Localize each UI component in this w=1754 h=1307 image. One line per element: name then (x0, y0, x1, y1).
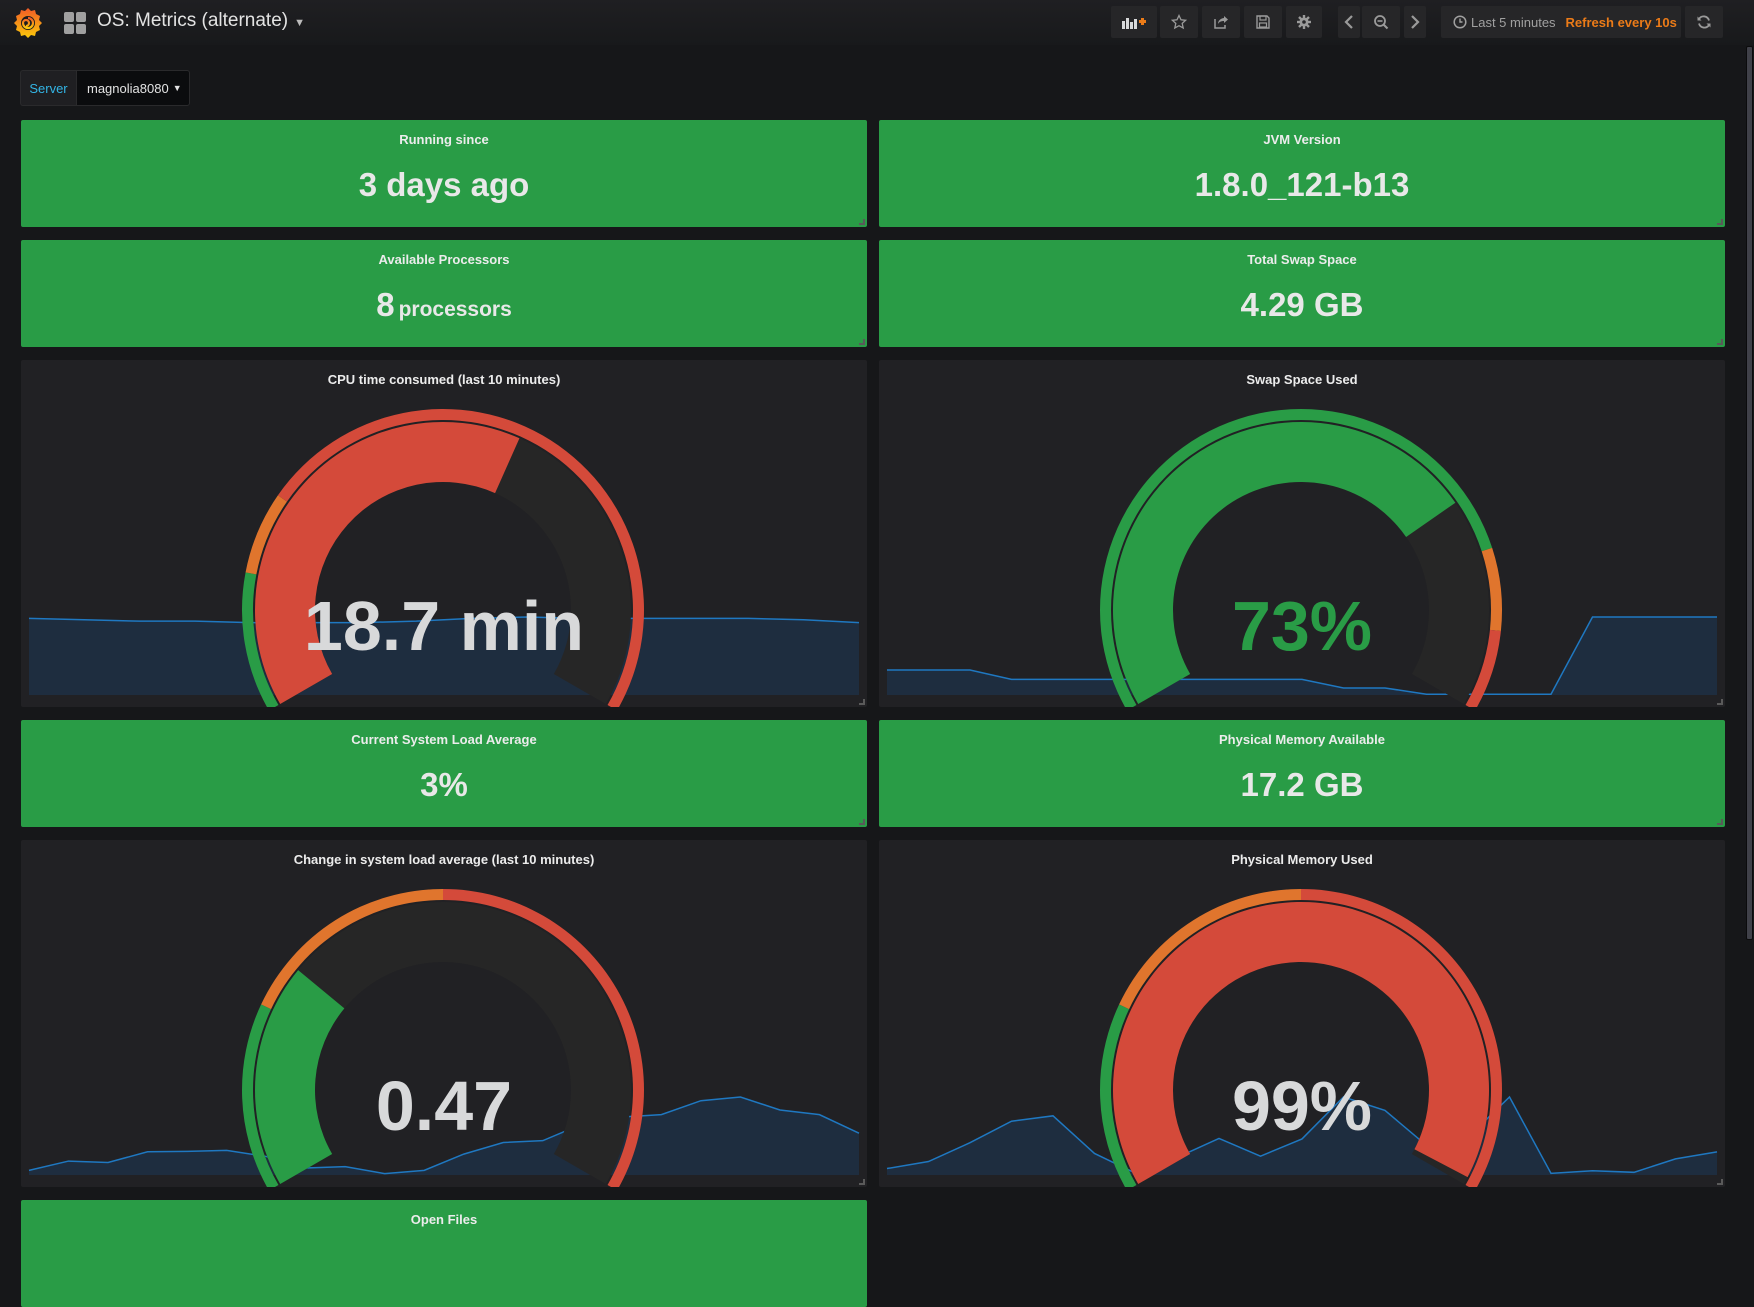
resize-handle[interactable] (1717, 219, 1723, 225)
zoom-out-button[interactable] (1362, 6, 1400, 38)
time-picker-button[interactable]: Last 5 minutes Refresh every 10s (1441, 6, 1681, 38)
chevron-right-icon (1411, 15, 1420, 29)
gauge-panel-load-change[interactable]: Change in system load average (last 10 m… (21, 840, 867, 1187)
caret-down-icon: ▼ (172, 83, 182, 93)
share-button[interactable] (1202, 6, 1240, 38)
stat-value: 3% (21, 766, 867, 804)
panel-title: CPU time consumed (last 10 minutes) (327, 372, 561, 387)
gear-icon (1297, 15, 1311, 29)
gauge-panel-cpu-time[interactable]: CPU time consumed (last 10 minutes) 18.7… (21, 360, 867, 707)
panel-title: Available Processors (378, 252, 510, 267)
dashboard-grid-icon[interactable] (64, 12, 86, 34)
stat-value-text: 17.2 GB (1240, 766, 1364, 803)
resize-handle[interactable] (1717, 339, 1723, 345)
stat-panel-running-since[interactable]: Running since 3 days ago (21, 120, 867, 227)
panel-title: Total Swap Space (1247, 252, 1357, 267)
dashboard-title[interactable]: OS: Metrics (alternate) ▼ (97, 10, 305, 32)
refresh-button[interactable] (1685, 6, 1723, 38)
clock-icon (1453, 15, 1467, 29)
save-button[interactable] (1244, 6, 1282, 38)
zoom-out-icon (1374, 15, 1389, 30)
server-variable-label: Server (20, 70, 76, 106)
time-forward-button[interactable] (1404, 6, 1426, 38)
resize-handle[interactable] (1717, 1179, 1723, 1185)
dashboard-title-text: OS: Metrics (alternate) (97, 10, 289, 31)
top-navbar: OS: Metrics (alternate) ▼ Last 5 minutes … (0, 0, 1754, 45)
add-panel-button[interactable] (1111, 6, 1157, 38)
panel-title: JVM Version (1263, 132, 1341, 147)
gauge-panel-swap-used[interactable]: Swap Space Used 73% (879, 360, 1725, 707)
stat-panel-system-load[interactable]: Current System Load Average 3% (21, 720, 867, 827)
panel-title: Change in system load average (last 10 m… (293, 852, 595, 867)
resize-handle[interactable] (859, 699, 865, 705)
panel-title: Swap Space Used (1246, 372, 1358, 387)
resize-handle[interactable] (859, 339, 865, 345)
resize-handle[interactable] (859, 819, 865, 825)
chevron-left-icon (1344, 15, 1353, 29)
page-scrollbar[interactable] (1746, 46, 1753, 940)
resize-handle[interactable] (1717, 819, 1723, 825)
stat-value-text: 4.29 GB (1240, 286, 1364, 323)
panel-title: Open Files (410, 1212, 478, 1227)
stat-value-text: 8 (376, 286, 395, 323)
stat-unit: processors (398, 298, 512, 321)
refresh-icon (1697, 15, 1711, 29)
stat-panel-memory-available[interactable]: Physical Memory Available 17.2 GB (879, 720, 1725, 827)
stat-panel-jvm-version[interactable]: JVM Version 1.8.0_121-b13 (879, 120, 1725, 227)
settings-button[interactable] (1286, 6, 1322, 38)
stat-value: 4.29 GB (879, 286, 1725, 324)
panel-title: Physical Memory Used (1231, 852, 1373, 867)
panel-title: Current System Load Average (351, 732, 537, 747)
caret-down-icon: ▼ (294, 17, 305, 29)
stat-value: 8 processors (21, 286, 867, 324)
stat-value-text: 3 days ago (358, 166, 530, 203)
stat-panel-total-swap-space[interactable]: Total Swap Space 4.29 GB (879, 240, 1725, 347)
star-icon (1171, 14, 1187, 30)
gauge-value: 18.7 min (303, 587, 585, 665)
stat-value-text: 1.8.0_121-b13 (1194, 166, 1410, 203)
server-variable-value: magnolia8080 (87, 80, 169, 96)
grafana-logo[interactable] (12, 6, 44, 38)
stat-value: 1.8.0_121-b13 (879, 166, 1725, 204)
resize-handle[interactable] (859, 1179, 865, 1185)
star-button[interactable] (1160, 6, 1198, 38)
stat-value: 17.2 GB (879, 766, 1725, 804)
stat-panel-open-files[interactable]: Open Files (21, 1200, 867, 1307)
gauge-panel-memory-used[interactable]: Physical Memory Used 99% (879, 840, 1725, 1187)
gauge-value: 73% (1231, 587, 1373, 665)
gauge-value: 99% (1231, 1067, 1373, 1145)
time-range-label: Last 5 minutes (1471, 14, 1556, 30)
share-icon (1214, 16, 1228, 29)
stat-value: 3 days ago (21, 166, 867, 204)
stat-panel-available-processors[interactable]: Available Processors 8 processors (21, 240, 867, 347)
time-back-button[interactable] (1338, 6, 1360, 38)
server-variable-dropdown[interactable]: magnolia8080 ▼ (76, 70, 190, 106)
panel-title: Physical Memory Available (1219, 732, 1385, 747)
stat-value-text: 3% (420, 766, 468, 803)
add-panel-icon (1122, 18, 1146, 29)
gauge-value: 0.47 (375, 1067, 513, 1145)
refresh-interval-label: Refresh every 10s (1565, 14, 1677, 30)
save-icon (1256, 15, 1270, 29)
resize-handle[interactable] (1717, 699, 1723, 705)
resize-handle[interactable] (859, 219, 865, 225)
panel-title: Running since (399, 132, 489, 147)
